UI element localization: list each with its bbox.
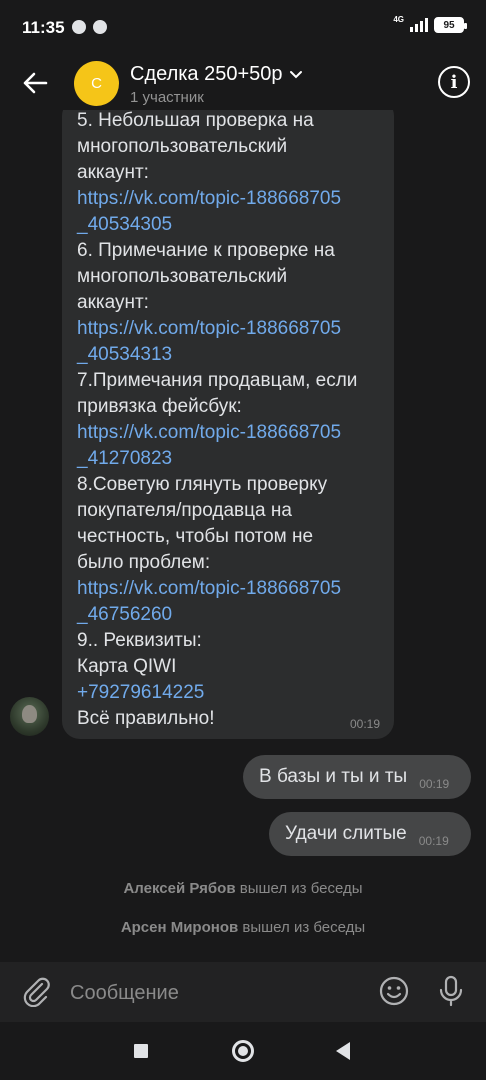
service-message: Арсен Миронов вышел из беседы <box>0 919 486 936</box>
outgoing-message-bubble[interactable]: В базы и ты и ты 00:19 <box>243 755 471 799</box>
message-line: 8.Советую глянуть проверку <box>77 474 328 495</box>
message-line: покупателя/продавца на <box>77 500 292 521</box>
message-line: Всё правильно! <box>77 708 215 729</box>
message-line: многопользовательский <box>77 136 288 157</box>
message-bubble-icon <box>93 20 107 34</box>
service-message: Алексей Рябов вышел из беседы <box>0 880 486 897</box>
message-link[interactable]: _46756260 <box>77 602 379 628</box>
message-line: честность, чтобы потом не <box>77 526 314 547</box>
message-line: многопользовательский <box>77 266 288 287</box>
chat-title[interactable]: Сделка 250+50р <box>130 63 303 86</box>
smile-icon[interactable] <box>378 975 410 1007</box>
message-line: 5. Небольшая проверка на <box>77 110 314 131</box>
message-line: было проблем: <box>77 552 211 573</box>
outgoing-message-text: В базы и ты и ты <box>259 766 408 787</box>
outgoing-message-bubble[interactable]: Удачи слитые 00:19 <box>269 812 471 856</box>
sender-avatar[interactable] <box>10 697 49 736</box>
message-time: 00:19 <box>418 834 449 848</box>
message-line: привязка фейсбук: <box>77 396 242 417</box>
message-link[interactable]: https://vk.com/topic-188668705 <box>77 186 379 212</box>
message-time: 00:19 <box>419 777 450 791</box>
message-link[interactable]: _41270823 <box>77 446 379 472</box>
message-line: аккаунт: <box>77 162 149 183</box>
incoming-message-bubble[interactable]: 5. Небольшая проверка на многопользовател… <box>62 110 394 739</box>
incoming-message-text: 5. Небольшая проверка на многопользовател… <box>77 110 379 732</box>
network-type: 4G <box>393 14 404 24</box>
home-button[interactable] <box>232 1040 254 1062</box>
back-button[interactable] <box>336 1042 350 1060</box>
paperclip-icon[interactable] <box>20 975 52 1007</box>
chat-header: С Сделка 250+50р 1 участник i <box>0 56 486 110</box>
microphone-icon[interactable] <box>436 974 466 1008</box>
status-time: 11:35 <box>22 18 65 37</box>
chat-bubble-icon <box>72 20 86 34</box>
recents-button[interactable] <box>134 1044 148 1058</box>
chat-title-text: Сделка 250+50р <box>130 63 283 85</box>
message-link[interactable]: https://vk.com/topic-188668705 <box>77 576 379 602</box>
avatar-letter: С <box>91 75 102 92</box>
message-composer <box>0 962 486 1022</box>
signal-icon <box>410 18 428 32</box>
service-action: вышел из беседы <box>239 880 363 897</box>
service-user-name[interactable]: Алексей Рябов <box>123 880 235 897</box>
battery-icon: 95 <box>434 17 467 33</box>
message-link[interactable]: https://vk.com/topic-188668705 <box>77 316 379 342</box>
service-user-name[interactable]: Арсен Миронов <box>121 919 238 936</box>
message-link[interactable]: _40534313 <box>77 342 379 368</box>
arrow-left-icon[interactable] <box>18 66 52 100</box>
message-line: 6. Примечание к проверке на <box>77 240 335 261</box>
message-line: 9.. Реквизиты: <box>77 630 202 651</box>
chevron-down-icon <box>289 70 302 78</box>
message-line: Карта QIWI <box>77 656 177 677</box>
message-line: аккаунт: <box>77 292 149 313</box>
service-action: вышел из беседы <box>242 919 366 936</box>
message-list[interactable]: 5. Небольшая проверка на многопользовател… <box>0 110 486 962</box>
battery-level: 95 <box>443 19 455 31</box>
chat-avatar[interactable]: С <box>74 61 119 106</box>
status-bar: 11:35 4G 95 <box>0 0 486 56</box>
outgoing-message-text: Удачи слитые <box>285 823 407 844</box>
message-link[interactable]: _40534305 <box>77 212 379 238</box>
message-line: 7.Примечания продавцам, если <box>77 370 358 391</box>
message-time: 00:19 <box>349 717 380 731</box>
info-icon[interactable]: i <box>438 66 470 98</box>
chat-member-count: 1 участник <box>130 89 204 106</box>
system-navigation-bar <box>0 1022 486 1080</box>
message-input[interactable] <box>70 979 360 1007</box>
message-link[interactable]: https://vk.com/topic-188668705 <box>77 420 379 446</box>
message-link[interactable]: +79279614225 <box>77 680 379 706</box>
